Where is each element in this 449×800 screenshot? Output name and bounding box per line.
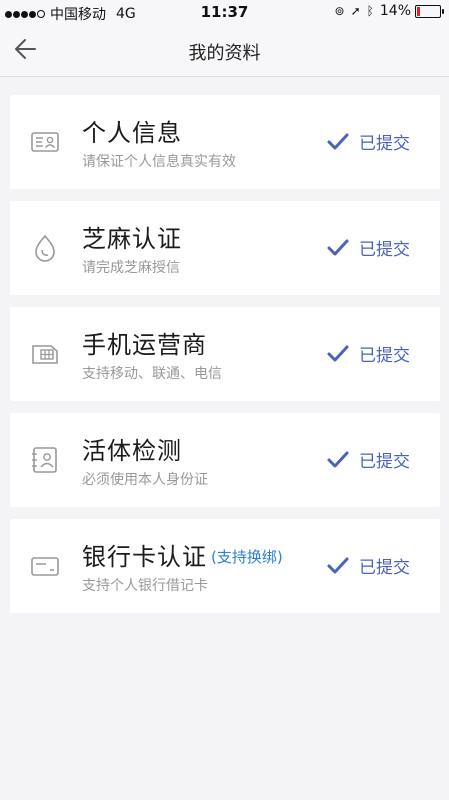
rotation-lock-icon: ⊚ — [334, 4, 345, 18]
page-title: 我的资料 — [188, 43, 261, 64]
status-submitted: 已提交 — [327, 129, 410, 154]
checkmark-icon — [327, 451, 349, 467]
checkmark-icon — [327, 557, 349, 573]
item-subtitle: 必须使用本人身份证 — [82, 472, 208, 488]
item-title: 手机运营商 — [82, 331, 207, 359]
profile-list: 个人信息 请保证个人信息真实有效 已提交 芝麻认证 请完成芝麻授信 已提交 手机… — [10, 95, 440, 625]
id-card-icon — [30, 127, 60, 157]
item-title: 个人信息 — [82, 119, 182, 147]
drop-icon — [30, 233, 60, 263]
checkmark-icon — [327, 239, 349, 255]
status-submitted: 已提交 — [327, 235, 410, 260]
item-subtitle: 支持个人银行借记卡 — [82, 578, 208, 594]
item-title: 芝麻认证 — [82, 225, 182, 253]
nav-bar: 我的资料 — [0, 24, 449, 77]
sim-card-icon — [30, 339, 60, 369]
item-title: 活体检测 — [82, 437, 182, 465]
location-arrow-icon: ➚ — [350, 4, 361, 18]
bluetooth-icon: ᛒ — [366, 4, 374, 18]
item-subtitle: 支持移动、联通、电信 — [82, 366, 222, 382]
item-bank-card-auth[interactable]: 银行卡认证 (支持换绑) 支持个人银行借记卡 已提交 — [10, 519, 440, 613]
rebind-support-tag: (支持换绑) — [211, 548, 283, 566]
checkmark-icon — [327, 345, 349, 361]
item-personal-info[interactable]: 个人信息 请保证个人信息真实有效 已提交 — [10, 95, 440, 189]
item-subtitle: 请保证个人信息真实有效 — [82, 154, 236, 170]
face-scan-icon — [30, 445, 60, 475]
item-subtitle: 请完成芝麻授信 — [82, 260, 180, 276]
checkmark-icon — [327, 133, 349, 149]
status-right: ⊚ ➚ ᛒ 14% — [329, 3, 444, 19]
item-mobile-carrier[interactable]: 手机运营商 支持移动、联通、电信 已提交 — [10, 307, 440, 401]
item-liveness-check[interactable]: 活体检测 必须使用本人身份证 已提交 — [10, 413, 440, 507]
status-submitted: 已提交 — [327, 341, 410, 366]
item-sesame-auth[interactable]: 芝麻认证 请完成芝麻授信 已提交 — [10, 201, 440, 295]
bank-card-icon — [30, 551, 60, 581]
status-bar: 中国移动 4G 11:37 ⊚ ➚ ᛒ 14% — [0, 0, 449, 24]
battery-percent: 14% — [379, 3, 411, 19]
status-submitted: 已提交 — [327, 447, 410, 472]
battery-icon — [415, 4, 444, 18]
item-title: 银行卡认证 (支持换绑) — [82, 543, 283, 571]
status-submitted: 已提交 — [327, 553, 410, 578]
